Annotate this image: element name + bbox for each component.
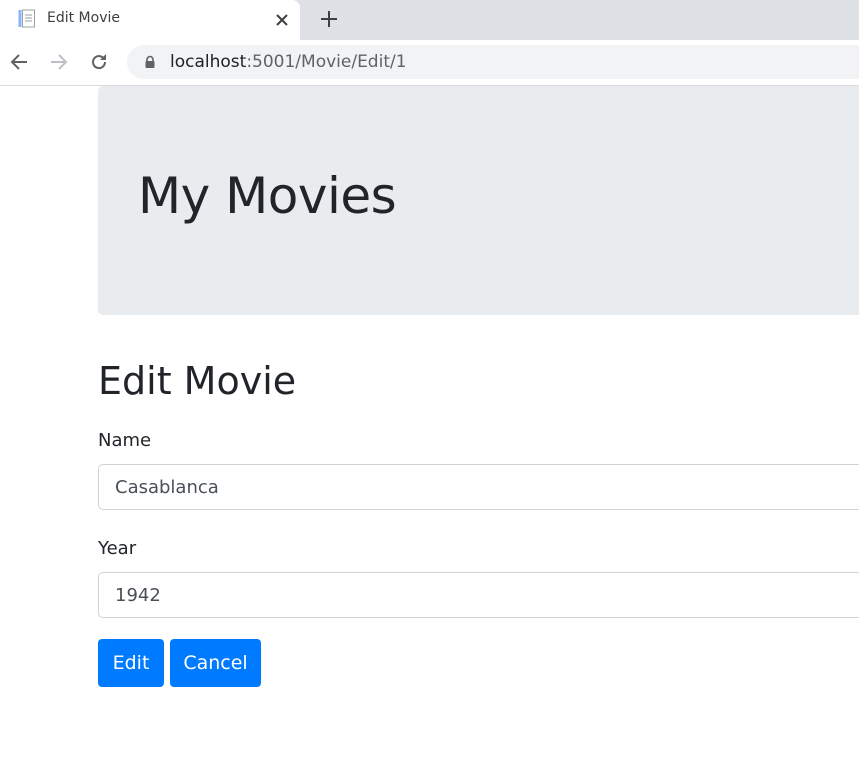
plus-icon[interactable] bbox=[318, 8, 340, 30]
year-label: Year bbox=[98, 538, 137, 559]
close-icon[interactable] bbox=[272, 10, 292, 30]
cancel-button[interactable]: Cancel bbox=[170, 639, 261, 687]
jumbotron: My Movies bbox=[98, 86, 859, 315]
reload-icon[interactable] bbox=[88, 51, 110, 73]
page-title: Edit Movie bbox=[98, 359, 297, 403]
year-field[interactable] bbox=[98, 572, 859, 618]
document-icon bbox=[18, 9, 35, 28]
edit-button[interactable]: Edit bbox=[98, 639, 164, 687]
lock-icon bbox=[145, 55, 155, 68]
url-host: localhost bbox=[170, 52, 247, 72]
url-path: :5001/Movie/Edit/1 bbox=[246, 52, 407, 72]
site-title: My Movies bbox=[138, 167, 397, 225]
back-arrow-icon[interactable] bbox=[8, 51, 30, 73]
browser-toolbar: localhost:5001/Movie/Edit/1 bbox=[0, 40, 859, 86]
name-label: Name bbox=[98, 430, 152, 451]
url-text: localhost:5001/Movie/Edit/1 bbox=[170, 52, 407, 72]
tab-title: Edit Movie bbox=[47, 10, 120, 26]
name-field[interactable] bbox=[98, 464, 859, 510]
tab-strip: Edit Movie bbox=[0, 0, 859, 40]
address-bar[interactable]: localhost:5001/Movie/Edit/1 bbox=[127, 45, 859, 79]
browser-tab[interactable]: Edit Movie bbox=[0, 0, 300, 40]
forward-arrow-icon[interactable] bbox=[48, 51, 70, 73]
